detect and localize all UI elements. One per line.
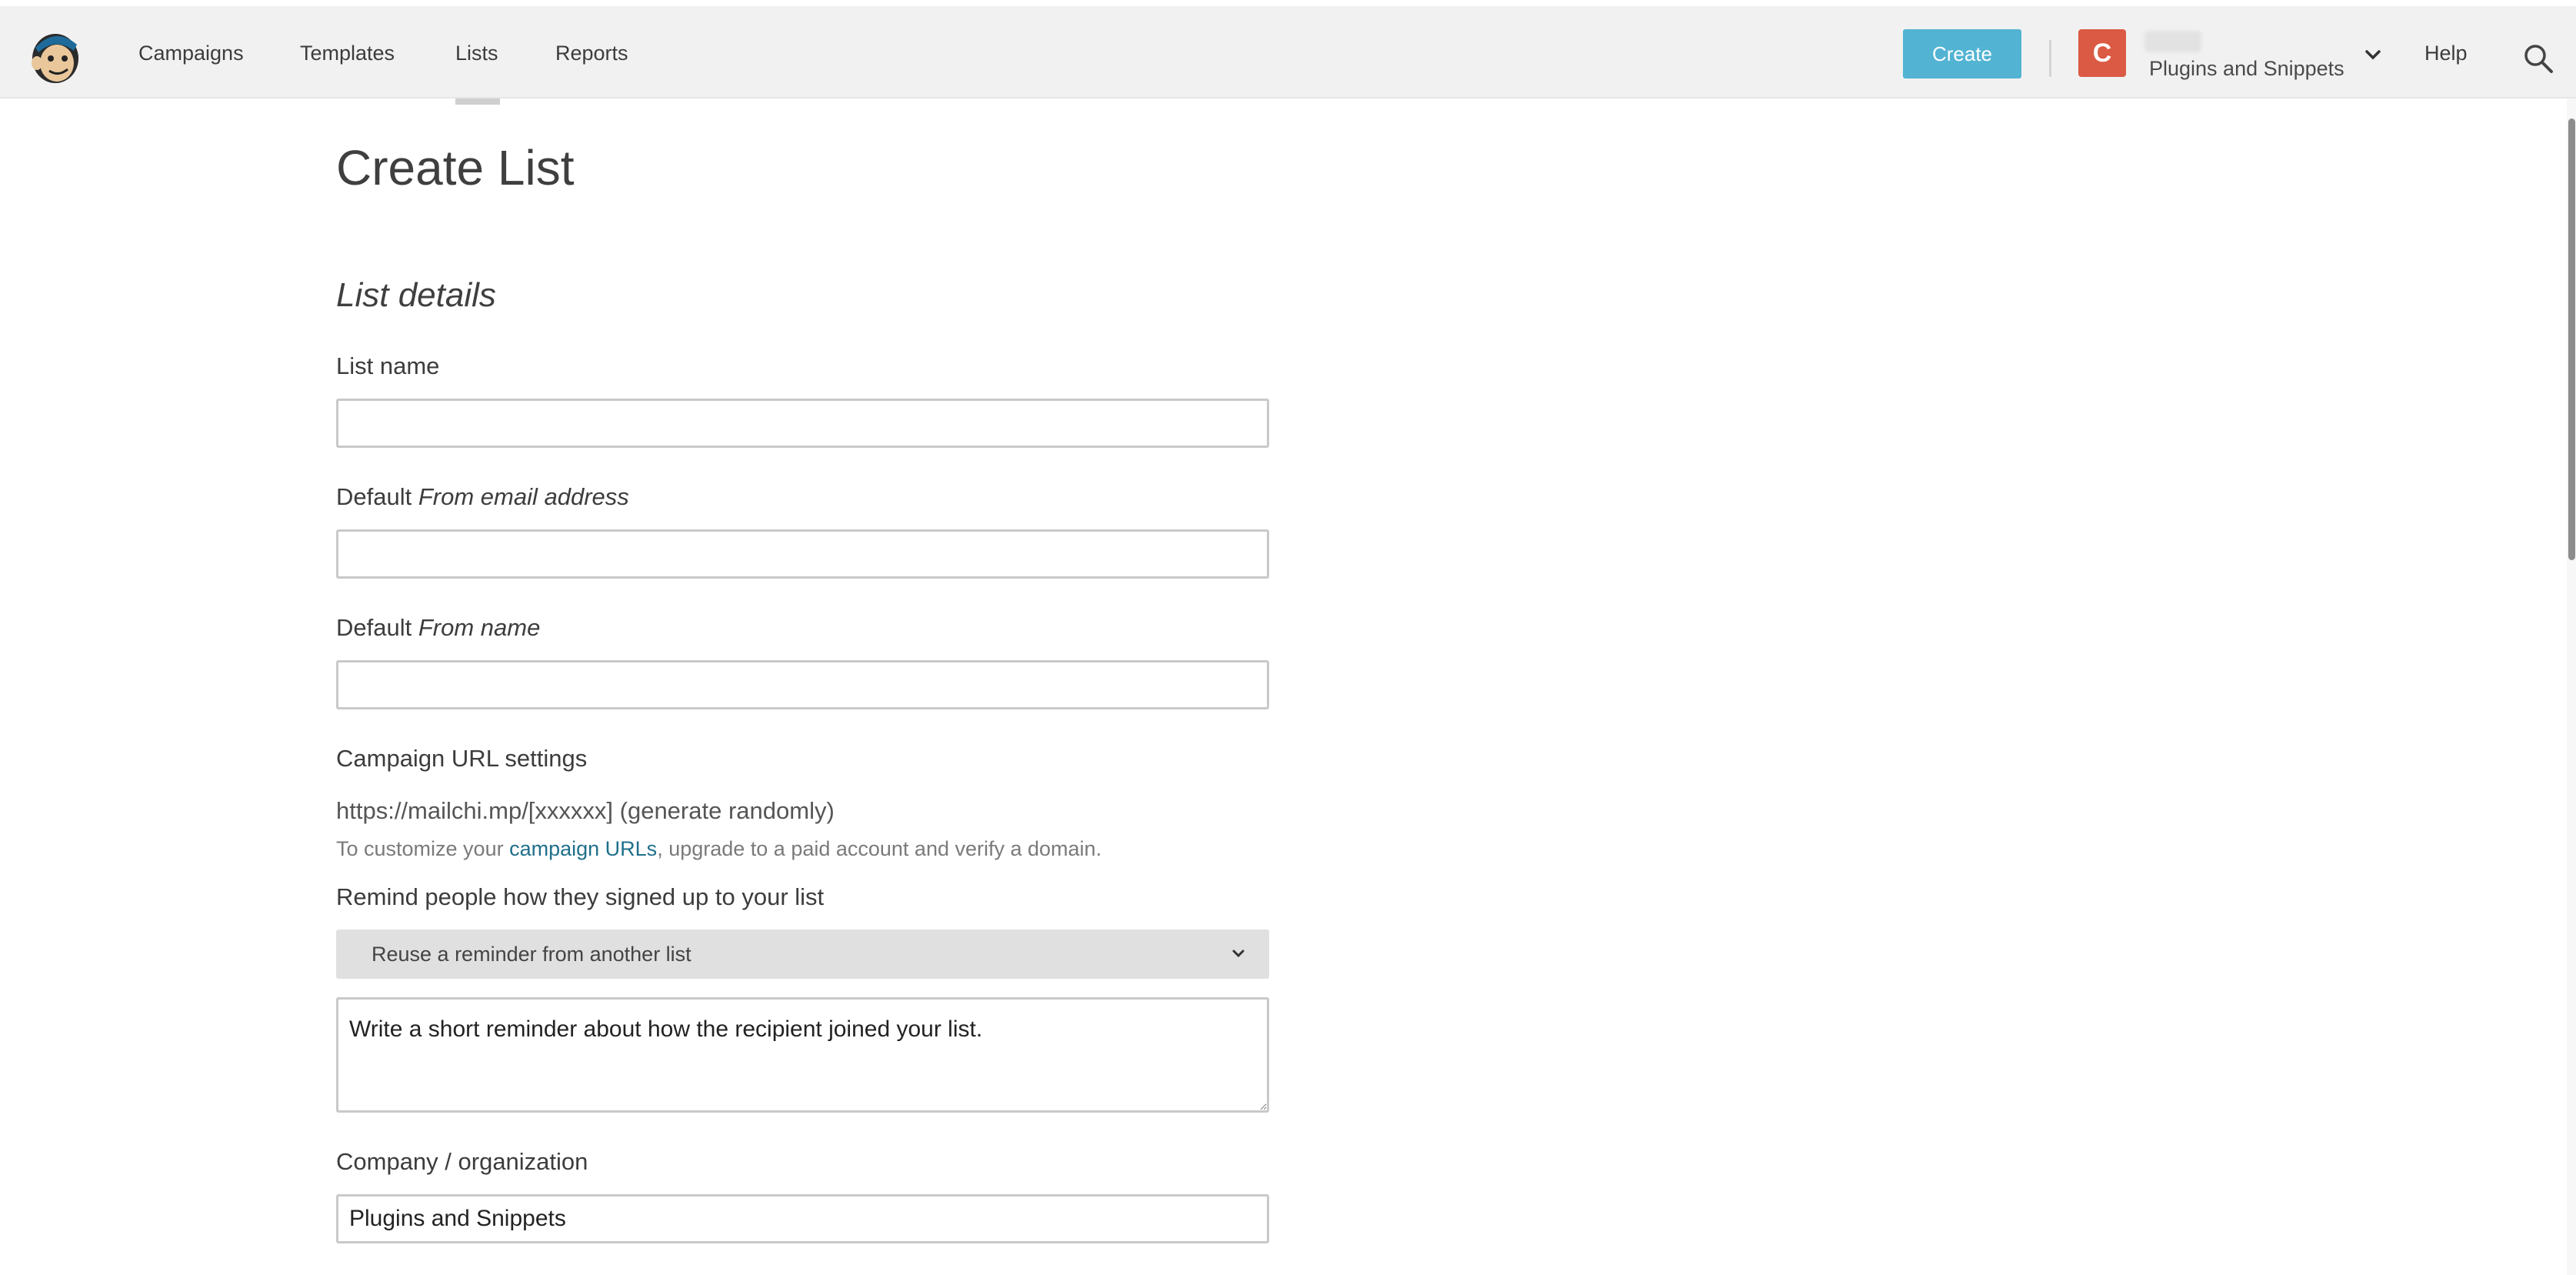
top-nav: Campaigns Templates Lists Reports Create… bbox=[0, 0, 2576, 105]
from-name-input[interactable] bbox=[336, 660, 1269, 709]
campaign-url-help: To customize your campaign URLs, upgrade… bbox=[336, 836, 1101, 862]
mailchimp-logo-icon[interactable] bbox=[26, 25, 85, 86]
from-email-label-prefix: Default bbox=[336, 483, 418, 510]
list-name-input[interactable] bbox=[336, 399, 1269, 448]
from-name-label: Default From name bbox=[336, 612, 540, 643]
active-tab-indicator bbox=[455, 98, 500, 105]
campaign-url-label: Campaign URL settings bbox=[336, 745, 588, 772]
nav-templates[interactable]: Templates bbox=[300, 40, 395, 66]
search-icon[interactable] bbox=[2523, 43, 2554, 74]
list-name-label: List name bbox=[336, 352, 440, 379]
reminder-textarea[interactable]: Write a short reminder about how the rec… bbox=[336, 997, 1269, 1113]
help-suffix: , upgrade to a paid account and verify a… bbox=[657, 837, 1102, 860]
from-email-input[interactable] bbox=[336, 529, 1269, 579]
create-button[interactable]: Create bbox=[1903, 29, 2021, 78]
account-avatar[interactable]: C bbox=[2078, 29, 2126, 77]
chevron-down-icon[interactable] bbox=[2363, 48, 2383, 63]
account-name[interactable]: Plugins and Snippets bbox=[2149, 57, 2344, 81]
from-name-label-em: From name bbox=[418, 614, 541, 641]
page-title: Create List bbox=[336, 140, 575, 195]
nav-lists[interactable]: Lists bbox=[455, 40, 498, 66]
help-link[interactable]: Help bbox=[2424, 40, 2468, 66]
campaign-url-value: https://mailchi.mp/[xxxxxx] (generate ra… bbox=[336, 797, 835, 824]
help-prefix: To customize your bbox=[336, 837, 510, 860]
nav-reports[interactable]: Reports bbox=[555, 40, 628, 66]
company-input[interactable] bbox=[336, 1194, 1269, 1243]
from-name-label-prefix: Default bbox=[336, 614, 418, 641]
nav-campaigns[interactable]: Campaigns bbox=[138, 40, 244, 66]
company-label: Company / organization bbox=[336, 1148, 588, 1175]
from-email-label: Default From email address bbox=[336, 482, 629, 512]
scrollbar-thumb[interactable] bbox=[2568, 118, 2575, 560]
blurred-username bbox=[2144, 31, 2201, 52]
reuse-reminder-select-label: Reuse a reminder from another list bbox=[372, 943, 691, 966]
reuse-reminder-select[interactable]: Reuse a reminder from another list bbox=[336, 930, 1269, 979]
from-email-label-em: From email address bbox=[418, 483, 629, 510]
section-title: List details bbox=[336, 276, 496, 314]
campaign-urls-link[interactable]: campaign URLs bbox=[509, 837, 657, 860]
chevron-down-icon bbox=[1232, 950, 1245, 958]
nav-divider bbox=[2049, 40, 2051, 77]
remind-label: Remind people how they signed up to your… bbox=[336, 883, 825, 910]
